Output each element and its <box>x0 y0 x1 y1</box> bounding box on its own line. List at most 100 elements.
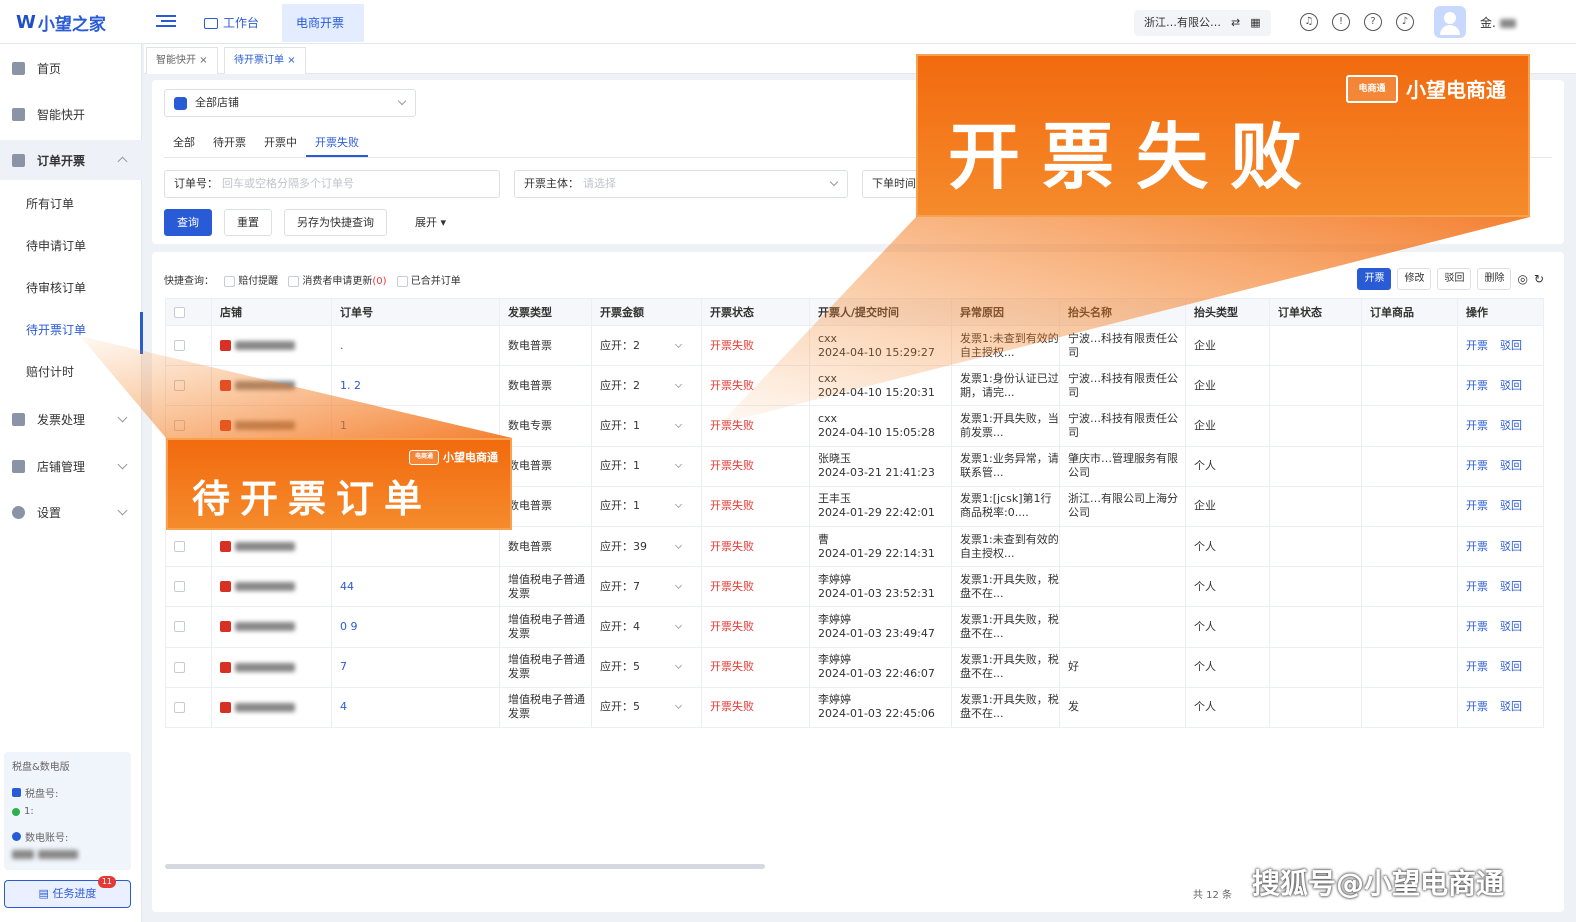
menu-toggle-icon[interactable] <box>156 12 176 30</box>
sidebar-item-invoice-processing[interactable]: 发票处理 <box>0 399 142 439</box>
table-row[interactable]: 44 增值税电子普通发票 应开：7 开票失败 李婷婷 2024-01-03 23:52:3… <box>165 566 1544 608</box>
cell-amount[interactable]: 应开：2 <box>591 324 702 367</box>
tab-pending[interactable]: 待开票 <box>204 128 255 157</box>
row-invoice-link[interactable]: 开票 <box>1466 620 1488 633</box>
checkbox[interactable] <box>174 420 185 432</box>
checkbox[interactable] <box>224 275 235 287</box>
table-row[interactable]: 0 9 增值税电子普通发票 应开：4 开票失败 李婷婷 2024-01-03 23:49:… <box>165 606 1544 648</box>
table-row[interactable]: 1. 2 数电普票 应开：2 开票失败 cxx 2024-04-10 15:20:31 发票… <box>165 365 1544 407</box>
bell-icon[interactable]: ♪ <box>1396 13 1414 31</box>
row-invoice-link[interactable]: 开票 <box>1466 660 1488 673</box>
cell-order[interactable]: 7 <box>331 646 500 688</box>
checkbox[interactable] <box>174 340 185 352</box>
checkbox[interactable] <box>174 661 185 673</box>
avatar[interactable] <box>1434 6 1466 38</box>
sidebar-item-order-invoice[interactable]: 订单开票 <box>0 140 142 180</box>
cell-amount[interactable]: 应开：7 <box>591 566 702 608</box>
row-select[interactable] <box>165 646 212 688</box>
row-reject-link[interactable]: 驳回 <box>1500 620 1522 633</box>
cell-order[interactable]: . <box>331 324 500 367</box>
select-all[interactable] <box>165 298 212 326</box>
sidebar-item-store-management[interactable]: 店铺管理 <box>0 446 142 486</box>
cell-order[interactable]: 1. 2 <box>331 365 500 407</box>
cell-order[interactable]: 0 9 <box>331 606 500 648</box>
reset-button[interactable]: 重置 <box>224 209 272 236</box>
row-reject-link[interactable]: 驳回 <box>1500 459 1522 472</box>
row-select[interactable] <box>165 686 212 728</box>
sidebar-sub-pending-apply[interactable]: 待申请订单 <box>0 228 142 264</box>
sidebar-sub-compensation-timer[interactable]: 赔付计时 <box>0 354 142 390</box>
refresh-icon[interactable]: ↻ <box>1534 272 1544 286</box>
sidebar-item-quick-invoice[interactable]: 智能快开 <box>0 94 142 134</box>
table-row[interactable]: 7 增值税电子普通发票 应开：5 开票失败 李婷婷 2024-01-03 22:46:07… <box>165 646 1544 688</box>
username[interactable]: 金. <box>1480 14 1516 31</box>
headset-icon[interactable]: ♫ <box>1300 13 1318 31</box>
cell-order[interactable] <box>331 525 500 568</box>
row-reject-link[interactable]: 驳回 <box>1500 700 1522 713</box>
cell-amount[interactable]: 应开：5 <box>591 646 702 688</box>
sidebar-sub-pending-review[interactable]: 待审核订单 <box>0 270 142 306</box>
table-row[interactable]: 4 增值税电子普通发票 应开：5 开票失败 李婷婷 2024-01-03 22:45:06… <box>165 686 1544 728</box>
search-button[interactable]: 查询 <box>164 209 212 236</box>
row-invoice-link[interactable]: 开票 <box>1466 499 1488 512</box>
row-reject-link[interactable]: 驳回 <box>1500 580 1522 593</box>
row-select[interactable] <box>165 606 212 648</box>
cell-amount[interactable]: 应开：1 <box>591 445 702 487</box>
row-invoice-link[interactable]: 开票 <box>1466 459 1488 472</box>
row-invoice-link[interactable]: 开票 <box>1466 419 1488 432</box>
page-tab-pending-invoice[interactable]: 待开票订单 × <box>224 47 306 74</box>
close-icon[interactable]: × <box>287 55 295 66</box>
sidebar-item-settings[interactable]: 设置 <box>0 492 142 532</box>
cell-order[interactable]: 44 <box>331 566 500 608</box>
quick-option-merged[interactable]: 已合并订单 <box>396 272 461 287</box>
delete-button[interactable]: 删除 <box>1477 268 1512 290</box>
row-invoice-link[interactable]: 开票 <box>1466 580 1488 593</box>
sidebar-sub-all-orders[interactable]: 所有订单 <box>0 186 142 222</box>
cell-order[interactable]: 4 <box>331 686 500 728</box>
checkbox[interactable] <box>174 541 185 553</box>
cell-amount[interactable]: 应开：5 <box>591 686 702 728</box>
cell-amount[interactable]: 应开：1 <box>591 485 702 527</box>
quick-option-consumer-update[interactable]: 消费者申请更新(0) <box>288 272 387 287</box>
tab-in-progress[interactable]: 开票中 <box>255 128 306 157</box>
row-select[interactable] <box>165 525 212 568</box>
sidebar-item-home[interactable]: 首页 <box>0 48 142 88</box>
row-reject-link[interactable]: 驳回 <box>1500 379 1522 392</box>
help-icon[interactable]: ? <box>1364 13 1382 31</box>
store-select[interactable]: 全部店铺 <box>164 89 416 117</box>
checkbox[interactable] <box>396 275 408 287</box>
info-icon[interactable]: ! <box>1332 13 1350 31</box>
checkbox[interactable] <box>174 621 185 633</box>
cell-amount[interactable]: 应开：2 <box>591 365 702 407</box>
checkbox[interactable] <box>288 275 300 287</box>
entity-select[interactable]: 开票主体： 请选择 <box>514 170 848 198</box>
checkbox[interactable] <box>174 581 185 593</box>
row-select[interactable] <box>165 566 212 608</box>
expand-link[interactable]: 展开 ▾ <box>415 209 446 236</box>
tab-all[interactable]: 全部 <box>164 128 204 157</box>
table-row[interactable]: 数电普票 应开：39 开票失败曹 2024-01-29 22:14:31 发票1:未查到… <box>165 525 1544 568</box>
row-invoice-link[interactable]: 开票 <box>1466 540 1488 553</box>
tab-workbench[interactable]: 工作台 <box>190 4 273 42</box>
quick-option-compensation[interactable]: 赔付提醒 <box>224 272 278 287</box>
row-invoice-link[interactable]: 开票 <box>1466 379 1488 392</box>
row-select[interactable] <box>165 324 212 367</box>
reject-button[interactable]: 驳回 <box>1437 268 1472 290</box>
order-number-input[interactable]: 订单号： 回车或空格分隔多个订单号 <box>164 170 500 198</box>
close-icon[interactable]: × <box>199 55 207 66</box>
row-reject-link[interactable]: 驳回 <box>1500 499 1522 512</box>
page-tab-quick[interactable]: 智能快开 × <box>146 47 218 74</box>
task-progress-button[interactable]: ▤ 任务进度 11 <box>4 876 131 908</box>
app-logo[interactable]: W 小望之家 <box>16 10 106 35</box>
checkbox[interactable] <box>174 380 185 392</box>
row-reject-link[interactable]: 驳回 <box>1500 660 1522 673</box>
save-quick-query-button[interactable]: 另存为快捷查询 <box>284 209 387 236</box>
company-switcher[interactable]: 浙江…有限公… ⇄ ▦ <box>1134 10 1271 36</box>
settings-icon[interactable]: ◎ <box>1517 272 1527 286</box>
row-reject-link[interactable]: 驳回 <box>1500 339 1522 352</box>
row-reject-link[interactable]: 驳回 <box>1500 419 1522 432</box>
cell-amount[interactable]: 应开：39 <box>591 525 702 568</box>
checkbox[interactable] <box>174 701 185 713</box>
tab-ecommerce-invoice[interactable]: 电商开票 <box>282 4 364 42</box>
sidebar-sub-pending-invoice[interactable]: 待开票订单 <box>0 312 143 354</box>
